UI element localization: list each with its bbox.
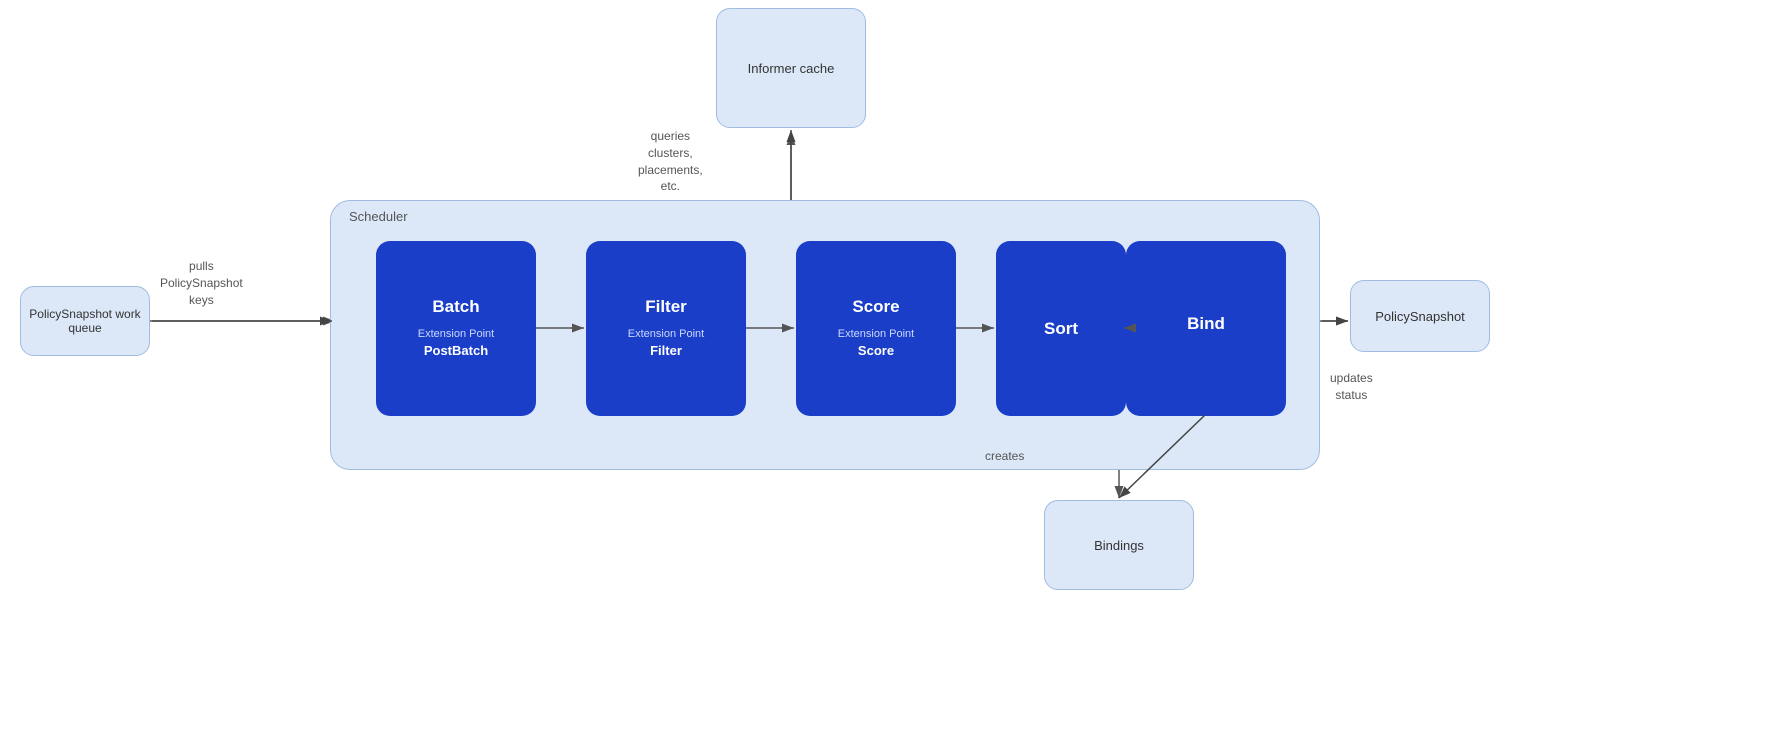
filter-box: Filter Extension PointFilter bbox=[586, 241, 746, 416]
batch-box: Batch Extension PointPostBatch bbox=[376, 241, 536, 416]
score-sub: Extension PointScore bbox=[838, 327, 914, 361]
bind-title: Bind bbox=[1187, 314, 1225, 334]
filter-sub: Extension PointFilter bbox=[628, 327, 704, 361]
batch-sub: Extension PointPostBatch bbox=[418, 327, 494, 361]
pulls-label: pullsPolicySnapshotkeys bbox=[160, 258, 243, 308]
work-queue-label: PolicySnapshot work queue bbox=[27, 307, 143, 335]
queries-label: queriesclusters,placements,etc. bbox=[638, 128, 703, 195]
score-box: Score Extension PointScore bbox=[796, 241, 956, 416]
informer-cache-label: Informer cache bbox=[748, 61, 835, 76]
creates-label: creates bbox=[985, 448, 1024, 465]
diagram-container: Informer cache queriesclusters,placement… bbox=[0, 0, 1780, 732]
informer-cache-box: Informer cache bbox=[716, 8, 866, 128]
bindings-label: Bindings bbox=[1094, 538, 1144, 553]
scheduler-label: Scheduler bbox=[349, 209, 408, 224]
scheduler-container: Scheduler Batch Extension PointPostBatch… bbox=[330, 200, 1320, 470]
sort-title: Sort bbox=[1044, 319, 1078, 339]
updates-status-label: updatesstatus bbox=[1330, 370, 1373, 404]
bind-box: Bind bbox=[1126, 241, 1286, 416]
batch-title: Batch bbox=[432, 297, 479, 317]
score-title: Score bbox=[852, 297, 899, 317]
policy-snapshot-out-label: PolicySnapshot bbox=[1375, 309, 1465, 324]
bindings-box: Bindings bbox=[1044, 500, 1194, 590]
work-queue-box: PolicySnapshot work queue bbox=[20, 286, 150, 356]
filter-title: Filter bbox=[645, 297, 687, 317]
sort-box: Sort bbox=[996, 241, 1126, 416]
policy-snapshot-out-box: PolicySnapshot bbox=[1350, 280, 1490, 352]
